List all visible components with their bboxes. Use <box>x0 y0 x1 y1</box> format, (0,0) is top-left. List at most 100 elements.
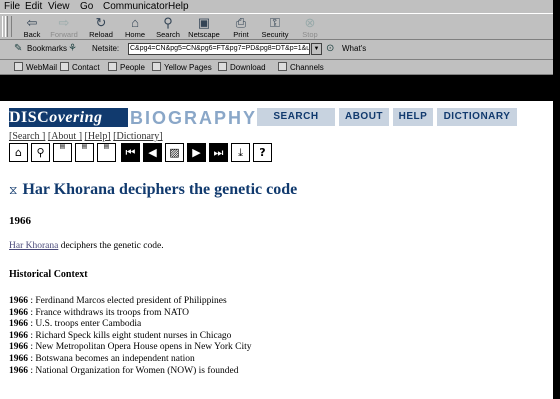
security-label: Security <box>261 30 289 39</box>
house-icon: ⌂ <box>15 146 22 159</box>
text-link-about[interactable]: [About ] <box>48 131 82 142</box>
search-icon: ⚲ <box>163 15 173 30</box>
menu-edit[interactable]: Edit <box>25 0 42 13</box>
home-button[interactable]: ⌂ Home <box>118 15 152 40</box>
bookmarks-button[interactable]: Bookmarks <box>27 44 67 53</box>
menu-view[interactable]: View <box>48 0 70 13</box>
tab-dictionary[interactable]: DICTIONARY <box>437 108 517 126</box>
download-button[interactable]: Download <box>218 62 266 72</box>
menu-file[interactable]: File <box>4 0 20 13</box>
tab-help[interactable]: HELP <box>393 108 433 126</box>
event-description-text: deciphers the genetic code. <box>58 241 164 251</box>
whats-related-button[interactable]: What's <box>342 44 366 53</box>
bookmark-page-icon <box>14 62 23 71</box>
back-arrow-icon: ⇦ <box>26 15 38 30</box>
security-button[interactable]: ⚿ Security <box>258 15 292 40</box>
folder-icon <box>278 62 287 71</box>
har-khorana-link[interactable]: Har Khorana <box>9 241 58 251</box>
event-description: Har Khorana deciphers the genetic code. <box>9 241 164 251</box>
alphabet-index-icon: ▤ <box>59 143 66 150</box>
list-item: 1966 : U.S. troops enter Cambodia <box>9 319 252 331</box>
menu-communicator[interactable]: Communicator <box>103 0 168 13</box>
list-item: 1966 : Botswana becomes an independent n… <box>9 354 252 366</box>
biography-logo-text: BIOGRAPHY <box>130 108 258 128</box>
logo-overing-text: overing <box>49 109 103 126</box>
forward-button[interactable]: ⇨ Forward <box>47 15 81 40</box>
download-label: Download <box>230 63 266 72</box>
home-nav-button[interactable]: ⌂ <box>9 143 28 162</box>
forward-arrow-icon: ⇨ <box>58 15 70 30</box>
discovering-logo[interactable]: DISCovering <box>9 108 128 127</box>
channels-button[interactable]: Channels <box>278 62 324 72</box>
home-icon: ⌂ <box>131 15 139 30</box>
location-toolbar: ✎ Bookmarks ⚘ Netsite: C&pg4=CN&pg5=CN&p… <box>0 40 553 60</box>
text-link-search[interactable]: [Search ] <box>9 131 45 142</box>
yellow-pages-button[interactable]: Yellow Pages <box>152 62 212 72</box>
index-3-button[interactable]: ▤ <box>97 143 116 162</box>
picture-icon: ▨ <box>169 146 180 159</box>
navigation-toolbar: ⇦ Back ⇨ Forward ↻ Reload ⌂ Home ⚲ Searc… <box>0 13 553 40</box>
event-text: : Ferdinand Marcos elected president of … <box>28 296 227 306</box>
toolbar-grip[interactable] <box>2 16 12 37</box>
search-button[interactable]: ⚲ Search <box>151 15 185 40</box>
stop-label: Stop <box>302 30 318 39</box>
tab-search[interactable]: SEARCH <box>257 108 335 126</box>
event-text: : Richard Speck kills eight student nurs… <box>28 330 232 341</box>
search-nav-button[interactable]: ⚲ <box>31 143 50 162</box>
menu-go[interactable]: Go <box>80 0 93 13</box>
list-item: 1966 : New Metropolitan Opera House open… <box>9 342 252 354</box>
next-button[interactable]: ▶ <box>187 143 206 162</box>
forward-label: Forward <box>50 30 78 39</box>
alphabet-index-icon: ▤ <box>103 143 110 150</box>
text-link-dictionary[interactable]: [Dictionary] <box>113 131 162 142</box>
event-text: : Botswana becomes an independent nation <box>28 353 195 364</box>
webmail-button[interactable]: WebMail <box>14 62 57 72</box>
page-title: ⧖ Har Khorana deciphers the genetic code <box>9 181 297 199</box>
back-button[interactable]: ⇦ Back <box>15 15 49 40</box>
gallery-button[interactable]: ▨ <box>165 143 184 162</box>
historical-events-list: 1966 : Ferdinand Marcos elected presiden… <box>9 296 252 377</box>
event-year-label: 1966 <box>9 330 28 341</box>
last-button[interactable]: ⏭ <box>209 143 228 162</box>
tab-about[interactable]: ABOUT <box>339 108 389 126</box>
help-button[interactable]: ? <box>253 143 272 162</box>
last-page-icon: ⏭ <box>213 146 224 159</box>
list-item: 1966 : Richard Speck kills eight student… <box>9 331 252 343</box>
channels-label: Channels <box>290 63 324 72</box>
index-2-button[interactable]: ▤ <box>75 143 94 162</box>
event-year-label: 1966 <box>9 296 28 306</box>
bookmark-page-icon <box>60 62 69 71</box>
people-label: People <box>120 63 145 72</box>
page-title-text: Har Khorana deciphers the genetic code <box>22 181 298 198</box>
url-dropdown-button[interactable]: ▼ <box>311 43 322 55</box>
stop-button[interactable]: ⊗ Stop <box>293 15 327 40</box>
menu-help[interactable]: Help <box>168 0 189 13</box>
stop-icon: ⊗ <box>304 15 316 30</box>
print-label: Print <box>233 30 249 39</box>
event-year-label: 1966 <box>9 365 28 376</box>
bookmarks-icon: ✎ <box>14 43 23 54</box>
netsite-label: Netsite: <box>92 44 120 53</box>
page-proxy-icon[interactable]: ⚘ <box>68 43 77 55</box>
page-content: DISCovering BIOGRAPHY SEARCH ABOUT HELP … <box>0 101 553 399</box>
list-item: 1966 : Ferdinand Marcos elected presiden… <box>9 296 252 308</box>
url-field[interactable]: C&pg4=CN&pg5=CN&pg6=FT&pg7=PD&pg8=DT&p=1… <box>128 43 310 55</box>
down-button[interactable]: ⤓ <box>231 143 250 162</box>
contact-button[interactable]: Contact <box>60 62 100 72</box>
index-1-button[interactable]: ▤ <box>53 143 72 162</box>
back-label: Back <box>23 30 41 39</box>
text-link-help[interactable]: [Help] <box>85 131 111 142</box>
first-page-icon: ⏮ <box>125 146 136 159</box>
reload-icon: ↻ <box>95 15 107 30</box>
first-button[interactable]: ⏮ <box>121 143 140 162</box>
event-year-label: 1966 <box>9 307 28 318</box>
reload-button[interactable]: ↻ Reload <box>84 15 118 40</box>
print-button[interactable]: ⎙ Print <box>224 15 258 40</box>
netscape-button[interactable]: ▣ Netscape <box>187 15 221 40</box>
previous-button[interactable]: ◀ <box>143 143 162 162</box>
list-item: 1966 : France withdraws its troops from … <box>9 308 252 320</box>
people-button[interactable]: People <box>108 62 145 72</box>
event-year: 1966 <box>9 215 31 227</box>
magnifier-icon: ⚲ <box>36 146 45 159</box>
alphabet-index-icon: ▤ <box>81 143 88 150</box>
